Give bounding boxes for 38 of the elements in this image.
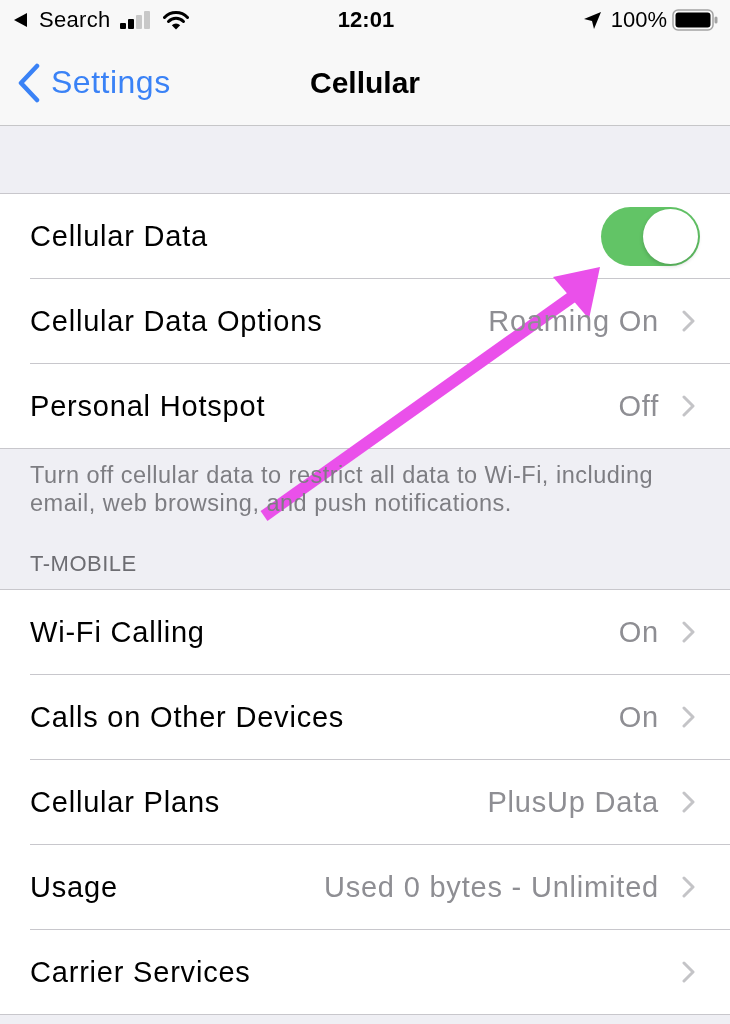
back-to-app-link[interactable]: Search — [14, 7, 111, 33]
row-value: Used 0 bytes - Unlimited — [323, 870, 659, 904]
wifi-icon — [162, 10, 189, 30]
battery-percent: 100% — [610, 7, 667, 33]
section-header: T-MOBILE — [29, 550, 138, 578]
settings-row[interactable]: Calls on Other Devices On — [0, 675, 730, 760]
status-time: 12:01 — [337, 7, 395, 33]
battery-icon — [672, 9, 718, 31]
row-value: On — [618, 615, 659, 649]
navigation-title: Cellular — [309, 65, 420, 100]
chevron-right-icon — [682, 621, 695, 643]
row-label: Usage — [30, 870, 118, 904]
row-label: Cellular Data — [30, 219, 209, 253]
row-label: Cellular Plans — [30, 785, 221, 819]
chevron-right-icon — [682, 876, 695, 898]
settings-row[interactable]: Cellular Plans PlusUp Data — [0, 760, 730, 845]
chevron-left-icon — [18, 62, 40, 103]
settings-row[interactable]: Personal Hotspot Off — [0, 364, 730, 448]
toggle-switch[interactable] — [601, 206, 700, 266]
row-label: Calls on Other Devices — [30, 700, 345, 734]
chevron-right-icon — [682, 791, 695, 813]
row-label: Wi-Fi Calling — [30, 615, 205, 649]
chevron-right-icon — [682, 706, 695, 728]
signal-bars-icon — [119, 11, 150, 29]
row-label: Cellular Data Options — [30, 304, 323, 338]
chevron-right-icon — [682, 395, 695, 417]
settings-row[interactable]: Usage Used 0 bytes - Unlimited — [0, 845, 730, 930]
chevron-right-icon — [682, 310, 695, 332]
row-value: PlusUp Data — [487, 785, 659, 819]
back-triangle-icon — [14, 13, 27, 27]
location-arrow-icon — [583, 11, 601, 29]
chevron-right-icon — [682, 961, 695, 983]
row-label: Carrier Services — [30, 955, 251, 989]
settings-row[interactable]: Carrier Services — [0, 930, 730, 1014]
row-value: Off — [618, 389, 659, 423]
settings-row[interactable]: Wi-Fi Calling On — [0, 590, 730, 675]
row-label: Personal Hotspot — [30, 389, 266, 423]
row-value: On — [618, 700, 659, 734]
